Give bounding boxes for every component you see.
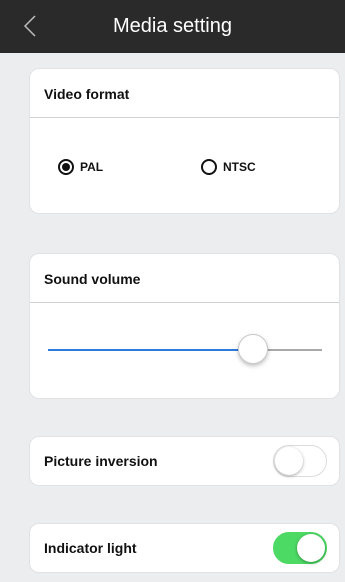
divider <box>30 117 339 118</box>
picture-inversion-toggle[interactable] <box>273 445 327 477</box>
header-bar: Media setting <box>0 0 345 53</box>
sound-volume-title: Sound volume <box>44 271 141 287</box>
radio-unselected-icon <box>201 159 217 175</box>
video-format-card: Video format PAL NTSC <box>29 68 340 214</box>
toggle-knob <box>275 447 303 475</box>
picture-inversion-row: Picture inversion <box>29 436 340 486</box>
indicator-light-row: Indicator light <box>29 523 340 573</box>
media-setting-screen: Media setting Video format PAL NTSC Soun… <box>0 0 345 582</box>
volume-slider-thumb[interactable] <box>238 334 268 364</box>
video-format-title: Video format <box>44 86 130 102</box>
volume-slider-filled-track[interactable] <box>48 349 253 351</box>
page-title: Media setting <box>113 15 232 37</box>
volume-slider-empty-track[interactable] <box>268 349 322 351</box>
sound-volume-card: Sound volume <box>29 253 340 399</box>
radio-dot <box>62 163 70 171</box>
indicator-light-label: Indicator light <box>44 540 137 556</box>
toggle-knob <box>297 534 325 562</box>
radio-pal[interactable]: PAL <box>58 159 103 175</box>
radio-selected-icon <box>58 159 74 175</box>
radio-pal-label: PAL <box>80 160 104 174</box>
divider <box>30 302 339 303</box>
picture-inversion-label: Picture inversion <box>44 453 158 469</box>
radio-ntsc[interactable]: NTSC <box>201 159 256 175</box>
radio-ntsc-label: NTSC <box>223 160 256 174</box>
indicator-light-toggle[interactable] <box>273 532 327 564</box>
